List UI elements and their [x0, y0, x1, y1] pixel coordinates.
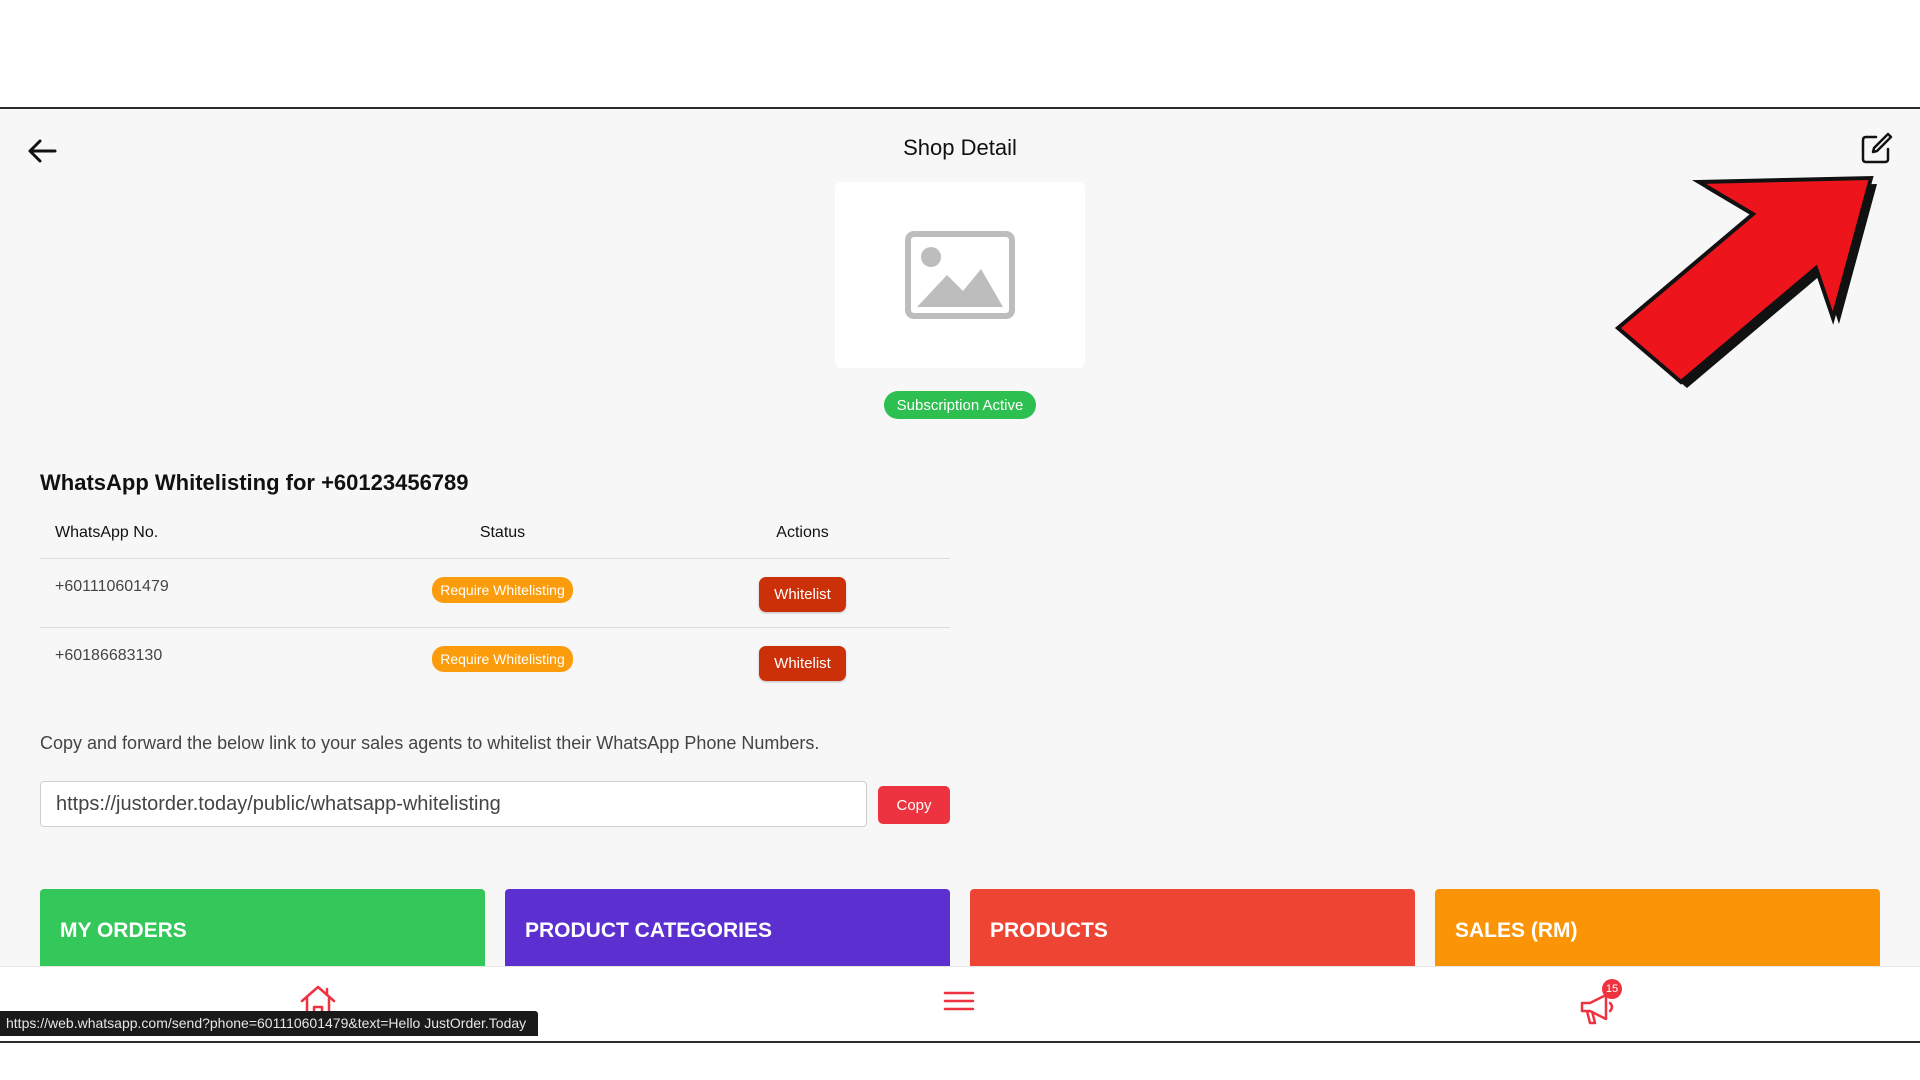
status-badge: Require Whitelisting: [432, 646, 573, 672]
whitelist-button[interactable]: Whitelist: [759, 576, 846, 612]
tile-label: PRODUCT CATEGORIES: [525, 919, 772, 942]
whatsapp-number: +60186683130: [55, 647, 163, 664]
table-header: WhatsApp No. Status Actions: [40, 508, 950, 559]
red-arrow-annotation: [1614, 175, 1877, 388]
tile-label: MY ORDERS: [60, 919, 187, 942]
copy-link-button[interactable]: Copy: [878, 786, 950, 824]
nav-menu-button[interactable]: [943, 989, 975, 1018]
whatsapp-number: +601110601479: [55, 578, 169, 595]
tile-label: PRODUCTS: [990, 919, 1108, 942]
edit-square-icon: [1861, 132, 1893, 164]
column-header-whatsapp-no: WhatsApp No.: [55, 524, 159, 541]
whitelist-button[interactable]: Whitelist: [759, 645, 846, 681]
hamburger-menu-icon: [943, 991, 975, 1011]
shop-image: [835, 182, 1085, 368]
copy-link-instructions: Copy and forward the below link to your …: [40, 733, 820, 753]
table-row: +601110601479 Require Whitelisting White…: [40, 559, 950, 628]
column-header-actions: Actions: [776, 524, 829, 541]
link-preview-status-bar: https://web.whatsapp.com/send?phone=6011…: [0, 1011, 539, 1036]
edit-shop-button[interactable]: [1854, 127, 1898, 171]
notification-count-badge: 15: [1602, 979, 1622, 999]
column-header-status: Status: [479, 524, 526, 541]
subscription-status-badge: Subscription Active: [884, 391, 1036, 419]
image-placeholder-icon: [905, 231, 1015, 319]
page-title: Shop Detail: [903, 135, 1017, 160]
tile-label: SALES (RM): [1455, 919, 1578, 942]
table-row: +60186683130 Require Whitelisting Whitel…: [40, 628, 950, 696]
whitelisting-table: WhatsApp No. Status Actions +60111060147…: [40, 508, 950, 696]
status-badge: Require Whitelisting: [432, 577, 573, 603]
whitelisting-title: WhatsApp Whitelisting for +60123456789: [40, 470, 469, 495]
nav-notifications-button[interactable]: 15: [1578, 979, 1628, 1027]
whitelisting-link-input[interactable]: [40, 781, 867, 827]
